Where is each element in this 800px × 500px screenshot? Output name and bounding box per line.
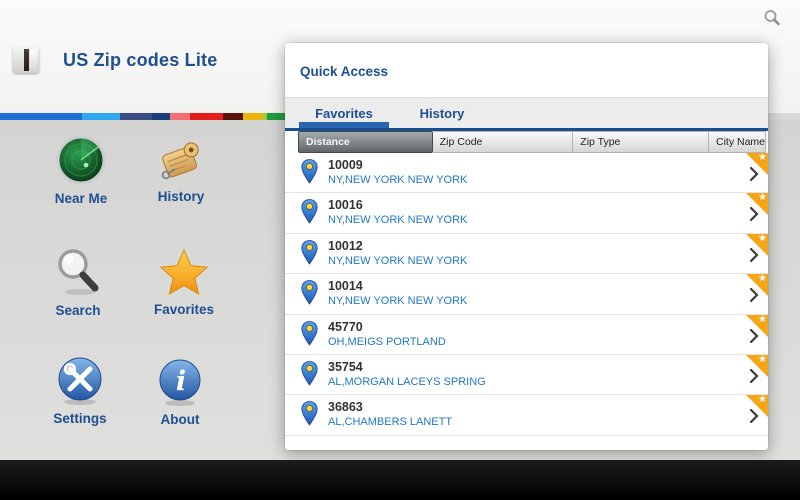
zip-code: 10014 — [328, 279, 363, 294]
info-icon: i — [159, 359, 201, 406]
map-pin-icon — [301, 199, 318, 225]
active-tab-indicator — [299, 122, 389, 128]
svg-text:i: i — [176, 366, 186, 397]
column-header-zip-type[interactable]: Zip Type — [573, 131, 709, 153]
zip-code: 45770 — [328, 319, 363, 334]
screen: US Zip codes Lite Near Me History Search… — [0, 0, 800, 500]
column-header-distance[interactable]: Distance — [298, 131, 433, 153]
list-item[interactable]: 10016 NY,NEW YORK NEW YORK ★ — [285, 193, 768, 234]
list-item[interactable]: 36863 AL,CHAMBERS LANETT ★ — [285, 395, 768, 436]
favorite-star-icon: ★ — [758, 233, 767, 244]
map-pin-icon — [301, 361, 318, 386]
city-link[interactable]: NY,NEW YORK NEW YORK — [328, 255, 467, 267]
dialog-title: Quick Access — [300, 64, 389, 79]
star-icon — [159, 248, 209, 296]
header-accent-stripe — [0, 113, 285, 120]
menu-item-history[interactable]: History — [125, 137, 237, 204]
search-icon[interactable] — [762, 8, 782, 28]
list-item[interactable]: 45770 OH,MEIGS PORTLAND ★ — [285, 314, 768, 355]
zip-code: 10016 — [328, 198, 363, 213]
app-title: US Zip codes Lite — [63, 50, 218, 70]
list-item[interactable]: 10014 NY,NEW YORK NEW YORK ★ — [285, 274, 768, 315]
favorite-star-icon: ★ — [758, 314, 767, 325]
tab-bar: Favorites History — [285, 97, 768, 131]
app-logo-icon — [13, 47, 39, 73]
menu-label: About — [160, 412, 200, 427]
city-link[interactable]: AL,MORGAN LACEYS SPRING — [328, 376, 486, 388]
list-item[interactable]: 10009 NY,NEW YORK NEW YORK ★ — [285, 153, 768, 194]
zip-code: 35754 — [328, 359, 363, 374]
zip-code: 10009 — [328, 158, 363, 172]
chevron-right-icon[interactable] — [749, 328, 759, 344]
city-link[interactable]: OH,MEIGS PORTLAND — [328, 336, 446, 348]
chevron-right-icon[interactable] — [749, 166, 759, 182]
zip-code: 36863 — [328, 400, 363, 415]
chevron-right-icon[interactable] — [749, 408, 759, 424]
chevron-right-icon[interactable] — [749, 368, 759, 384]
menu-item-about[interactable]: i About — [124, 357, 236, 427]
chevron-right-icon[interactable] — [749, 206, 759, 222]
tools-icon — [58, 357, 102, 405]
menu-item-settings[interactable]: Settings — [24, 356, 136, 426]
favorite-star-icon: ★ — [758, 193, 767, 204]
radar-icon — [56, 135, 106, 185]
favorite-star-icon: ★ — [758, 395, 767, 406]
list-item[interactable]: 10012 NY,NEW YORK NEW YORK ★ — [285, 233, 768, 275]
map-pin-icon — [301, 320, 318, 346]
list-item[interactable]: 35754 AL,MORGAN LACEYS SPRING ★ — [285, 354, 768, 396]
column-header-city-name[interactable]: City Name — [708, 131, 766, 153]
favorites-list: 10009 NY,NEW YORK NEW YORK ★ 10016 NY,NE… — [285, 153, 768, 436]
menu-label: Favorites — [153, 302, 215, 317]
scroll-icon — [161, 142, 199, 180]
city-link[interactable]: NY,NEW YORK NEW YORK — [328, 214, 467, 226]
city-link[interactable]: NY,NEW YORK NEW YORK — [328, 295, 467, 307]
tab-history[interactable]: History — [401, 98, 483, 129]
menu-label: Near Me — [54, 191, 108, 206]
favorite-star-icon: ★ — [758, 354, 767, 365]
favorite-star-icon: ★ — [758, 274, 767, 285]
chevron-right-icon[interactable] — [749, 247, 759, 263]
menu-item-search[interactable]: Search — [22, 246, 134, 318]
map-pin-icon — [301, 280, 318, 305]
magnifier-icon — [58, 249, 99, 295]
city-link[interactable]: AL,CHAMBERS LANETT — [328, 416, 452, 428]
favorite-star-icon: ★ — [758, 153, 767, 163]
map-pin-icon — [301, 401, 318, 427]
city-link[interactable]: NY,NEW YORK NEW YORK — [328, 174, 467, 186]
system-bar: 12:54 3G — [0, 460, 800, 500]
zip-code: 10012 — [328, 238, 363, 253]
map-pin-icon — [301, 239, 318, 265]
quick-access-dialog: Quick Access Favorites History Distance … — [285, 43, 768, 450]
menu-item-favorites[interactable]: Favorites — [128, 247, 240, 317]
table-header: Distance Zip Code Zip Type City Name — [298, 131, 766, 153]
menu-item-near-me[interactable]: Near Me — [25, 134, 137, 206]
chevron-right-icon[interactable] — [749, 287, 759, 303]
menu-label: History — [157, 189, 205, 204]
menu-label: Search — [55, 303, 101, 318]
map-pin-icon — [301, 159, 318, 184]
column-header-zip-code[interactable]: Zip Code — [432, 131, 574, 153]
menu-label: Settings — [53, 411, 107, 426]
